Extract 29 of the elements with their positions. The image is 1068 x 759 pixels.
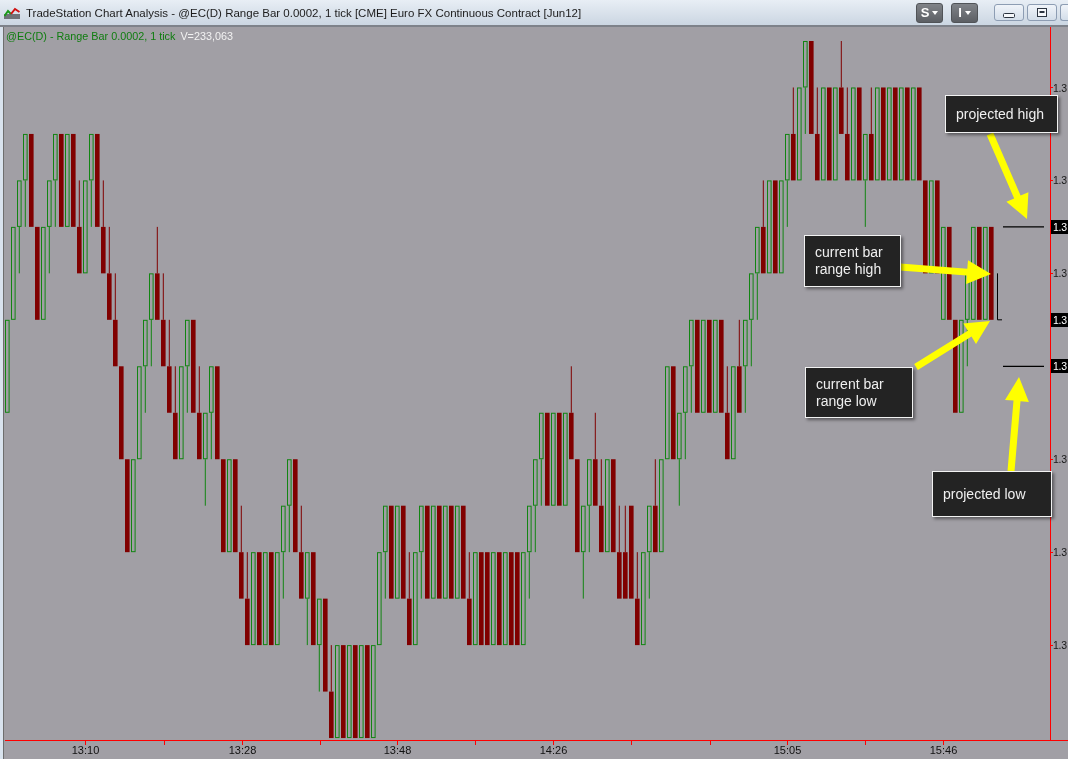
maximize-button[interactable] [1027,4,1057,21]
price-label: 1.3 [1053,80,1068,95]
caret-icon [932,10,939,15]
time-label: 15:05 [773,744,802,757]
price-level-line [1002,226,1045,228]
price-label: 1.3 [1053,452,1068,467]
caret-icon [964,10,971,15]
maximize-icon [1037,8,1047,17]
price-level-line [1002,365,1045,367]
time-label: 13:28 [228,744,257,757]
price-label: 1.3 [1051,312,1068,327]
time-label: 13:48 [383,744,412,757]
price-label: 1.3 [1053,638,1068,653]
price-label: 1.3 [1051,219,1068,234]
price-label: 1.3 [1051,359,1068,374]
price-label: 1.3 [1053,545,1068,560]
minimize-icon [1003,12,1015,18]
price-label: 1.3 [1053,266,1068,281]
volume-label: V=233,063 [180,30,233,42]
toolbar-dropdown-button[interactable]: I [951,2,978,23]
toolbar-dropdown-button[interactable]: S [916,2,943,23]
chart-legend-label: @EC(D) - Range Bar 0.0002, 1 tick [6,30,176,42]
price-label: 1.3 [1053,173,1068,188]
window-title: TradeStation Chart Analysis - @EC(D) Range Bar 0.0002, 1 tick [CME] Euro FX Continuous Contract [Jun12] [26,6,582,19]
time-label: 13:10 [71,744,100,757]
time-label: 15:46 [929,744,958,757]
chart-icon [4,6,20,19]
minimize-button[interactable] [994,4,1024,21]
time-label: 14:26 [539,744,568,757]
